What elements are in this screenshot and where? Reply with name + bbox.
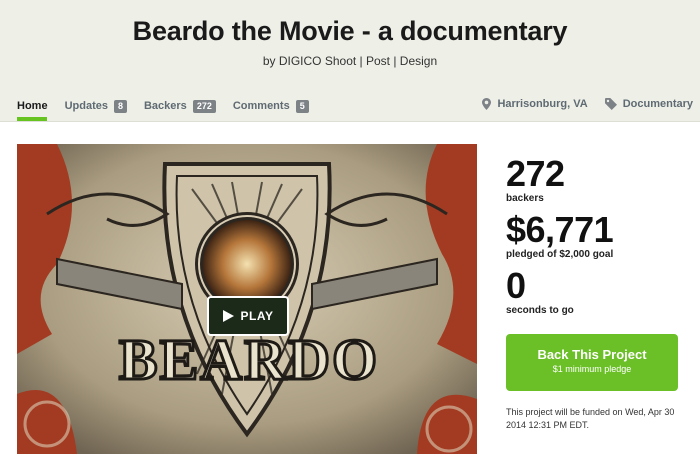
tab-updates[interactable]: Updates 8 (65, 98, 127, 114)
category-label: Documentary (622, 98, 693, 110)
location-link[interactable]: Harrisonburg, VA (482, 98, 588, 110)
tab-updates-count: 8 (113, 99, 127, 113)
play-button[interactable]: PLAY (207, 296, 289, 336)
category-link[interactable]: Documentary (604, 98, 693, 110)
creator-byline[interactable]: by DIGICO Shoot | Post | Design (0, 54, 700, 68)
play-label: PLAY (240, 309, 274, 323)
pledged-amount: $6,771 (506, 209, 614, 250)
tab-home[interactable]: Home (17, 98, 48, 114)
back-project-button[interactable]: Back This Project $1 minimum pledge (506, 334, 678, 391)
project-title: Beardo the Movie - a documentary (132, 16, 568, 46)
play-icon (222, 310, 234, 322)
tag-icon (604, 98, 617, 110)
tab-home-label: Home (17, 100, 48, 112)
back-project-label: Back This Project (537, 347, 647, 362)
minimum-pledge-label: $1 minimum pledge (552, 364, 632, 374)
pledged-label: pledged of $2,000 goal (506, 249, 614, 260)
location-label: Harrisonburg, VA (497, 98, 588, 110)
funding-deadline-note: This project will be funded on Wed, Apr … (506, 407, 675, 430)
time-label: seconds to go (506, 305, 574, 316)
active-tab-indicator (17, 117, 47, 121)
time-remaining: 0 (506, 265, 526, 306)
funding-stats: 272 backers $6,771 pledged of $2,000 goa… (506, 154, 686, 322)
tab-backers-count: 272 (192, 99, 216, 113)
tab-backers[interactable]: Backers 272 (144, 98, 216, 114)
backers-label: backers (506, 193, 544, 204)
location-pin-icon (482, 98, 492, 110)
tab-comments-label: Comments (232, 100, 290, 112)
tab-comments-count: 5 (295, 99, 309, 113)
backers-count: 272 (506, 153, 565, 194)
tab-backers-label: Backers (143, 100, 187, 112)
project-header: Beardo the Movie - a documentary by DIGI… (0, 0, 700, 122)
poster-title: BEARDO (119, 327, 379, 392)
project-meta: Harrisonburg, VA Documentary (465, 98, 693, 110)
project-tabs: Home Updates 8 Backers 272 Comments 5 (17, 98, 326, 114)
tab-updates-label: Updates (64, 100, 108, 112)
tab-comments[interactable]: Comments 5 (233, 98, 309, 114)
